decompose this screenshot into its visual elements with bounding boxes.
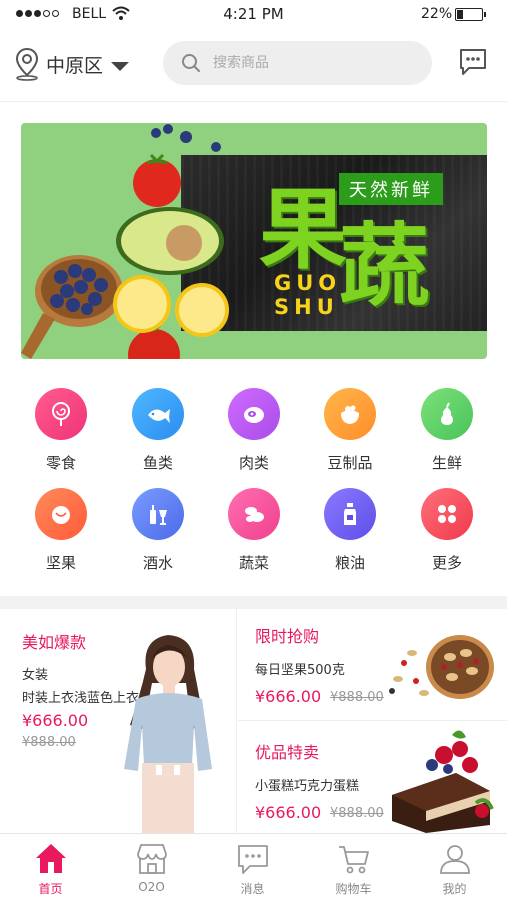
promo-price: ¥666.00 bbox=[255, 687, 322, 706]
lollipop-icon bbox=[35, 388, 87, 440]
tofu-icon bbox=[324, 388, 376, 440]
category-nuts[interactable]: 坚果 bbox=[21, 488, 101, 573]
tab-o2o[interactable]: O2O bbox=[101, 834, 202, 900]
promo-product-name: 小蛋糕巧克力蛋糕 bbox=[255, 779, 360, 794]
battery-icon bbox=[455, 8, 486, 21]
category-label: 肉类 bbox=[238, 454, 269, 472]
category-drinks[interactable]: 酒水 bbox=[118, 488, 198, 573]
promo-old-price: ¥888.00 bbox=[330, 690, 384, 705]
fish-icon bbox=[132, 388, 184, 440]
nut-icon bbox=[35, 488, 87, 540]
promo-old-price: ¥888.00 bbox=[22, 735, 76, 750]
category-label: 豆制品 bbox=[327, 454, 373, 472]
oil-bottle-icon bbox=[324, 488, 376, 540]
chocolate-cake-image bbox=[392, 730, 494, 833]
banner-pinyin-shu: SHU bbox=[274, 295, 339, 319]
drinks-icon bbox=[132, 488, 184, 540]
more-grid-icon bbox=[421, 488, 473, 540]
category-label: 鱼类 bbox=[142, 454, 173, 472]
pear-icon bbox=[421, 388, 473, 440]
promo-hot-fashion[interactable]: 美如爆款 女装 时装上衣浅蓝色上衣 ¥666.00 ¥888.00 bbox=[0, 609, 237, 833]
search-icon bbox=[182, 54, 200, 72]
tab-label: 消息 bbox=[240, 882, 265, 896]
banner-pinyin-guo: GUO bbox=[274, 271, 342, 295]
category-label: 酒水 bbox=[142, 554, 173, 572]
location-pin-icon bbox=[15, 47, 39, 81]
profile-icon bbox=[439, 845, 470, 874]
meat-icon bbox=[228, 388, 280, 440]
tab-label: 首页 bbox=[38, 882, 63, 896]
top-header: 中原区 bbox=[0, 30, 507, 102]
cart-icon bbox=[338, 846, 369, 874]
tab-label: 购物车 bbox=[335, 882, 372, 896]
battery-percent: 22% bbox=[421, 6, 453, 22]
lemon-slice-image bbox=[113, 275, 171, 333]
message-icon bbox=[237, 845, 268, 874]
location-selector[interactable]: 中原区 bbox=[14, 47, 130, 81]
banner-char-fruit: 果 bbox=[259, 177, 348, 281]
tab-label: O2O bbox=[138, 880, 165, 894]
category-label: 更多 bbox=[431, 554, 462, 572]
category-tofu[interactable]: 豆制品 bbox=[310, 388, 390, 473]
category-label: 坚果 bbox=[45, 554, 76, 572]
section-divider bbox=[0, 596, 507, 609]
tab-profile[interactable]: 我的 bbox=[404, 834, 505, 900]
bottom-tab-bar: 首页 O2O 消息 购物车 我的 bbox=[0, 833, 507, 900]
category-fresh[interactable]: 生鲜 bbox=[407, 388, 487, 473]
promo-title: 优品特卖 bbox=[255, 743, 320, 762]
avocado-image bbox=[116, 207, 224, 275]
promo-banner[interactable]: 天然新鲜 果 蔬 GUO SHU bbox=[21, 123, 487, 359]
promo-product-name: 每日坚果500克 bbox=[255, 663, 345, 678]
tab-cart[interactable]: 购物车 bbox=[303, 834, 404, 900]
mixed-nuts-image bbox=[389, 635, 494, 699]
promo-special-deal[interactable]: 优品特卖 小蛋糕巧克力蛋糕 ¥666.00 ¥888.00 bbox=[238, 725, 507, 837]
fashion-model-image bbox=[124, 635, 212, 833]
banner-char-vegetable: 蔬 bbox=[339, 213, 429, 319]
home-icon bbox=[35, 844, 66, 873]
category-meat[interactable]: 肉类 bbox=[214, 388, 294, 473]
category-snacks[interactable]: 零食 bbox=[21, 388, 101, 473]
category-label: 零食 bbox=[45, 454, 76, 472]
category-vegetables[interactable]: 蔬菜 bbox=[214, 488, 294, 573]
category-label: 蔬菜 bbox=[238, 554, 269, 572]
lemon-slice-image-2 bbox=[175, 283, 229, 337]
tab-home[interactable]: 首页 bbox=[0, 834, 101, 900]
location-city: 中原区 bbox=[46, 54, 104, 77]
search-input[interactable] bbox=[213, 55, 413, 71]
category-label: 粮油 bbox=[334, 554, 365, 572]
banner-tag: 天然新鲜 bbox=[339, 173, 443, 205]
category-label: 生鲜 bbox=[431, 454, 462, 472]
promo-flash-sale[interactable]: 限时抢购 每日坚果500克 ¥666.00 ¥888.00 bbox=[238, 609, 507, 721]
tab-label: 我的 bbox=[442, 882, 467, 896]
category-grid: 零食 鱼类 肉类 豆制品 生鲜 坚果 酒水 蔬菜 粮油 更多 bbox=[0, 384, 507, 582]
promo-title: 美如爆款 bbox=[22, 633, 87, 652]
store-icon bbox=[136, 844, 167, 874]
promo-right-column: 限时抢购 每日坚果500克 ¥666.00 ¥888.00 优品特卖 小蛋糕巧克… bbox=[238, 609, 507, 833]
tab-messages[interactable]: 消息 bbox=[202, 834, 303, 900]
category-grain-oil[interactable]: 粮油 bbox=[310, 488, 390, 573]
promo-price: ¥666.00 bbox=[255, 803, 322, 822]
promo-old-price: ¥888.00 bbox=[330, 806, 384, 821]
status-bar: BELL 4:21 PM 22% bbox=[0, 0, 507, 30]
promo-title: 限时抢购 bbox=[255, 627, 320, 646]
promo-price: ¥666.00 bbox=[22, 711, 89, 730]
caret-down-icon bbox=[111, 61, 130, 71]
promo-category: 女装 bbox=[22, 668, 49, 683]
category-more[interactable]: 更多 bbox=[407, 488, 487, 573]
category-fish[interactable]: 鱼类 bbox=[118, 388, 198, 473]
chat-message-icon[interactable] bbox=[457, 46, 489, 78]
scattered-blueberries-image bbox=[151, 124, 221, 152]
search-bar[interactable] bbox=[163, 41, 432, 85]
tomato-image bbox=[133, 153, 181, 207]
vegetable-icon bbox=[228, 488, 280, 540]
